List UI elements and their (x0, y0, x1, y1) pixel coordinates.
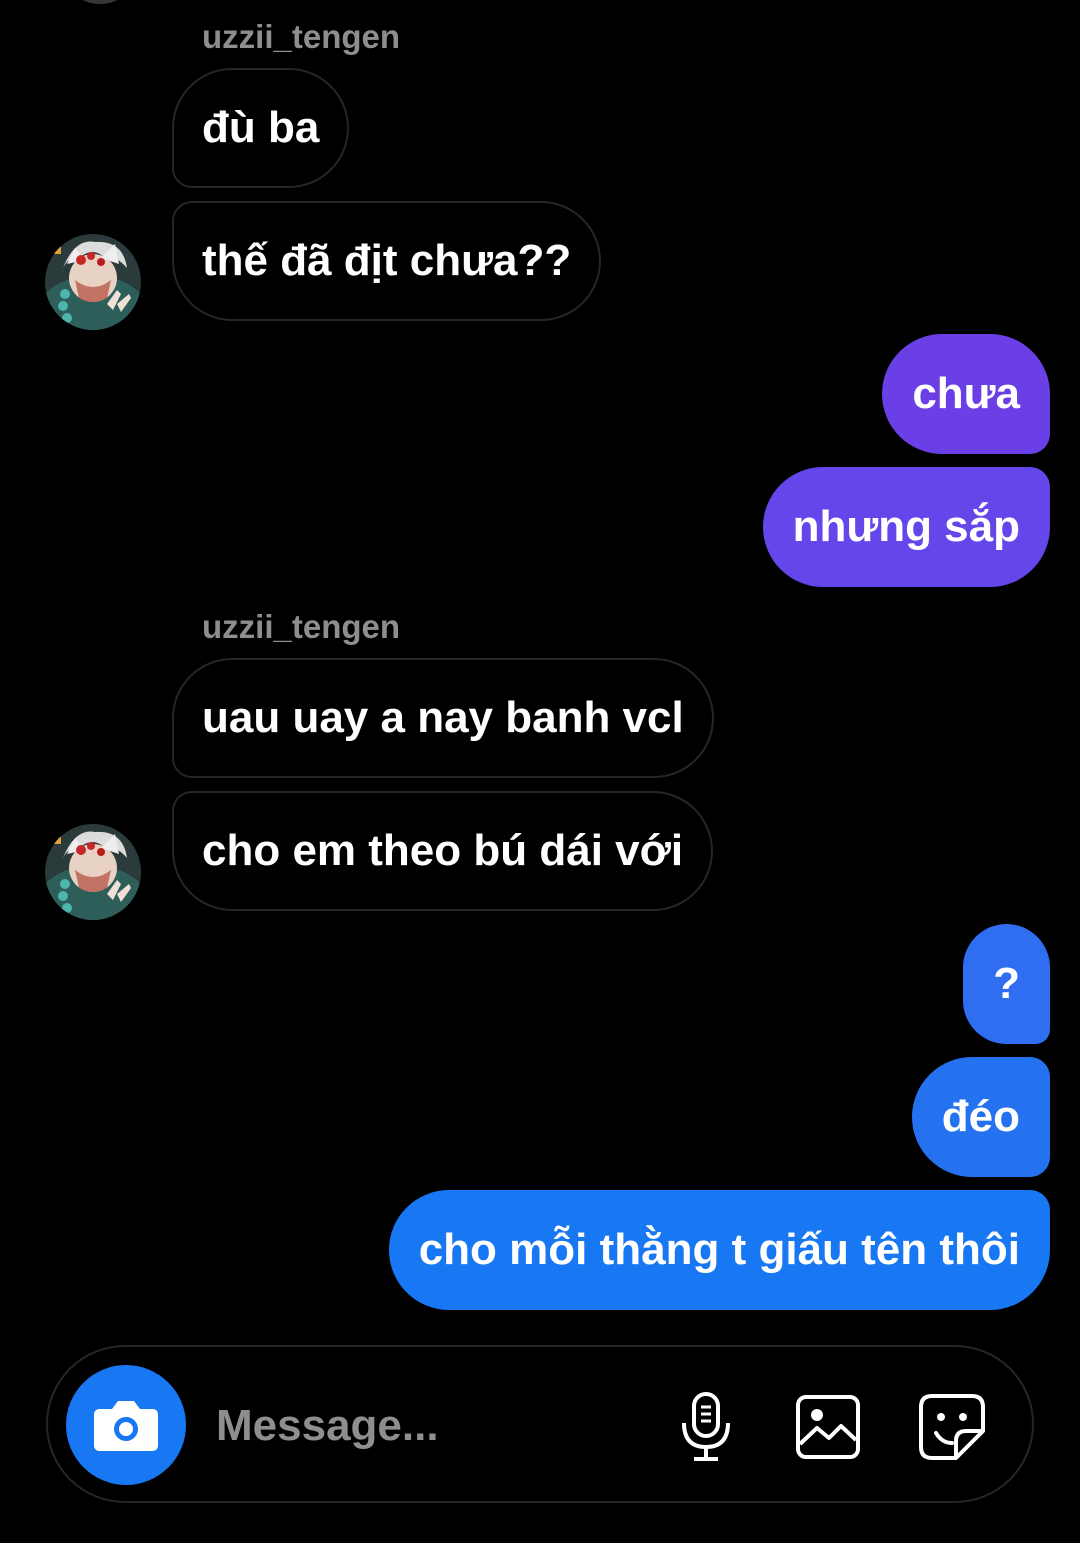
incoming-message[interactable]: cho em theo bú dái với (172, 791, 714, 911)
sender-name: uzzii_tengen (202, 18, 401, 55)
outgoing-message[interactable]: nhưng sắp (762, 467, 1050, 587)
gallery-icon (796, 1395, 860, 1459)
outgoing-message[interactable]: cho mỗi thằng t giấu tên thôi (388, 1190, 1050, 1310)
sender-name: uzzii_tengen (202, 608, 401, 645)
incoming-message[interactable]: uau uay a nay banh vcl (172, 658, 714, 778)
previous-avatar (60, 0, 140, 4)
incoming-message[interactable]: thế đã địt chưa?? (172, 201, 602, 321)
gallery-button[interactable] (790, 1389, 866, 1465)
sticker-icon (919, 1394, 985, 1460)
microphone-icon (682, 1392, 730, 1461)
camera-button[interactable] (66, 1365, 186, 1485)
sticker-button[interactable] (914, 1389, 990, 1465)
outgoing-message[interactable]: chưa (882, 334, 1050, 454)
incoming-message[interactable]: đù ba (172, 68, 350, 188)
message-input[interactable] (216, 1391, 646, 1461)
message-composer (46, 1345, 1034, 1503)
avatar-image (45, 234, 141, 330)
outgoing-message[interactable]: đéo (911, 1057, 1050, 1177)
sender-avatar[interactable] (45, 824, 141, 920)
sender-avatar[interactable] (45, 234, 141, 330)
avatar-image (45, 824, 141, 920)
camera-icon (94, 1401, 158, 1451)
microphone-button[interactable] (668, 1389, 744, 1465)
outgoing-message[interactable]: ? (963, 924, 1050, 1044)
